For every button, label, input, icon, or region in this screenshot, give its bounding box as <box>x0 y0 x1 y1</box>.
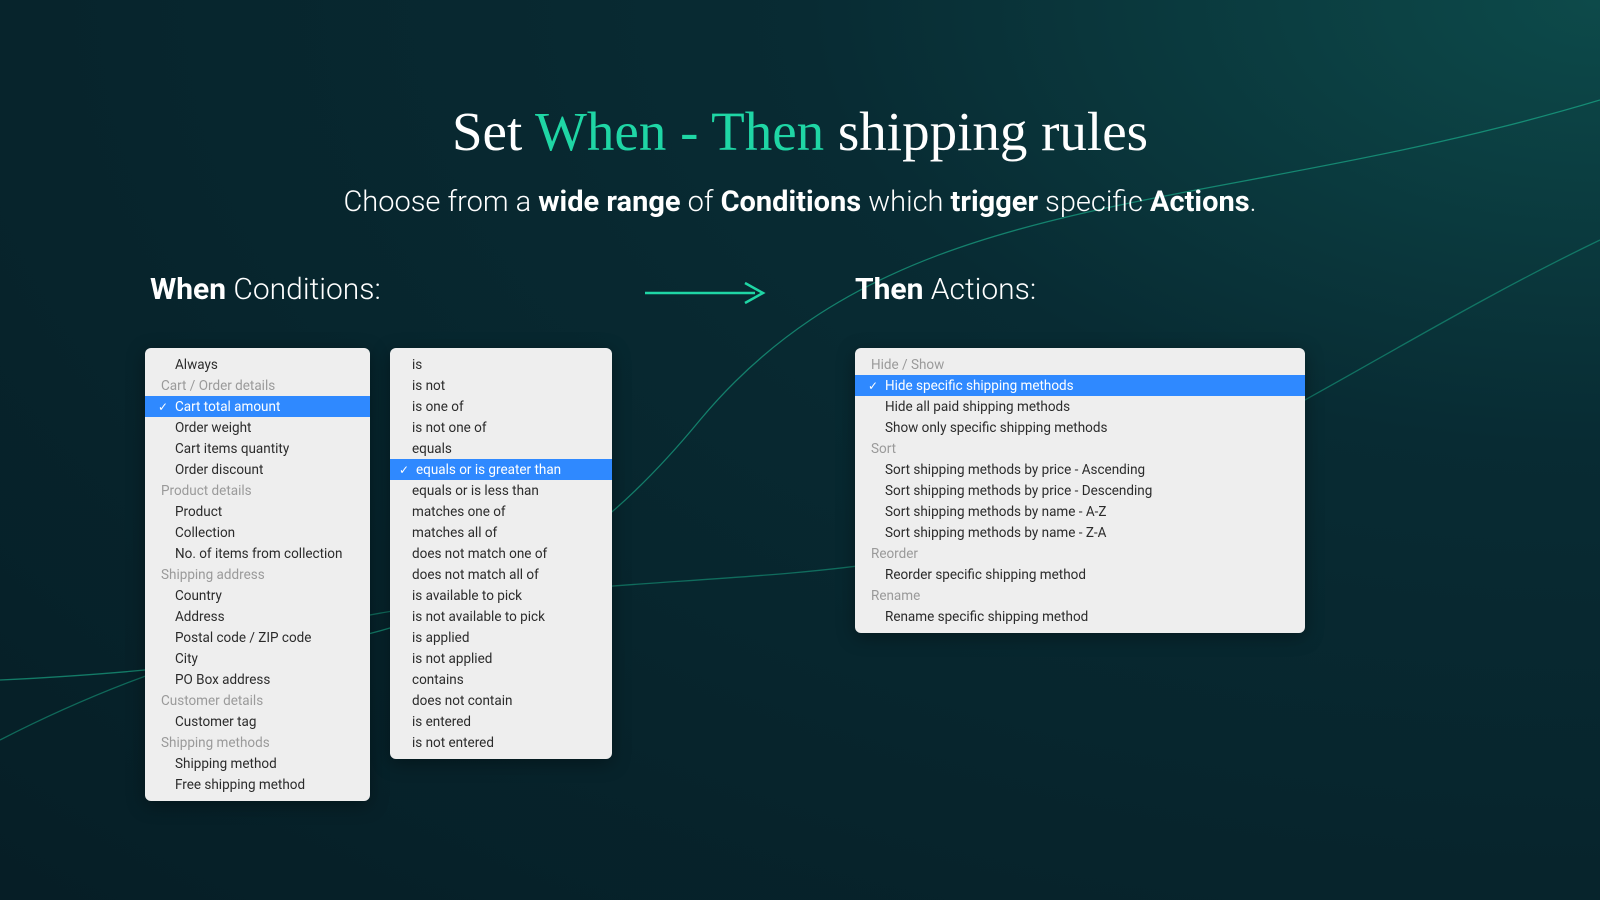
option-item[interactable]: does not contain <box>390 690 612 711</box>
group-header: Product details <box>145 480 370 501</box>
option-item[interactable]: Sort shipping methods by price - Descend… <box>855 480 1305 501</box>
option-item[interactable]: is applied <box>390 627 612 648</box>
group-header: Customer details <box>145 690 370 711</box>
option-item[interactable]: ✓equals or is greater than <box>390 459 612 480</box>
option-item[interactable]: is not available to pick <box>390 606 612 627</box>
option-item[interactable]: matches all of <box>390 522 612 543</box>
group-header: Sort <box>855 438 1305 459</box>
group-header: Shipping methods <box>145 732 370 753</box>
option-item[interactable]: is entered <box>390 711 612 732</box>
conditions-panel: AlwaysCart / Order details✓Cart total am… <box>145 348 370 801</box>
option-item[interactable]: City <box>145 648 370 669</box>
option-item[interactable]: No. of items from collection <box>145 543 370 564</box>
option-item[interactable]: ✓Cart total amount <box>145 396 370 417</box>
operators-panel: isis notis one ofis not one ofequals✓equ… <box>390 348 612 759</box>
option-item[interactable]: equals <box>390 438 612 459</box>
option-item[interactable]: PO Box address <box>145 669 370 690</box>
option-item[interactable]: Always <box>145 354 370 375</box>
option-item[interactable]: ✓Hide specific shipping methods <box>855 375 1305 396</box>
option-item[interactable]: Show only specific shipping methods <box>855 417 1305 438</box>
option-item[interactable]: Country <box>145 585 370 606</box>
option-item[interactable]: is <box>390 354 612 375</box>
option-item[interactable]: Free shipping method <box>145 774 370 795</box>
option-item[interactable]: Shipping method <box>145 753 370 774</box>
option-item[interactable]: Postal code / ZIP code <box>145 627 370 648</box>
option-item[interactable]: Cart items quantity <box>145 438 370 459</box>
option-item[interactable]: Address <box>145 606 370 627</box>
then-section-label: Then Actions: <box>855 272 1036 307</box>
option-item[interactable]: Reorder specific shipping method <box>855 564 1305 585</box>
when-section-label: When Conditions: <box>150 272 381 307</box>
option-item[interactable]: Customer tag <box>145 711 370 732</box>
headline-accent: When - Then <box>535 101 824 162</box>
actions-panel: Hide / Show✓Hide specific shipping metho… <box>855 348 1305 633</box>
check-icon: ✓ <box>155 400 171 414</box>
option-item[interactable]: contains <box>390 669 612 690</box>
option-item[interactable]: is not applied <box>390 648 612 669</box>
option-item[interactable]: matches one of <box>390 501 612 522</box>
option-item[interactable]: Rename specific shipping method <box>855 606 1305 627</box>
check-icon: ✓ <box>865 379 881 393</box>
option-item[interactable]: Sort shipping methods by name - Z-A <box>855 522 1305 543</box>
option-item[interactable]: Hide all paid shipping methods <box>855 396 1305 417</box>
option-item[interactable]: is not <box>390 375 612 396</box>
check-icon: ✓ <box>396 463 412 477</box>
group-header: Rename <box>855 585 1305 606</box>
option-item[interactable]: Collection <box>145 522 370 543</box>
option-item[interactable]: is not one of <box>390 417 612 438</box>
arrow-icon <box>645 278 775 308</box>
option-item[interactable]: Order discount <box>145 459 370 480</box>
option-item[interactable]: Sort shipping methods by price - Ascendi… <box>855 459 1305 480</box>
group-header: Cart / Order details <box>145 375 370 396</box>
option-item[interactable]: Sort shipping methods by name - A-Z <box>855 501 1305 522</box>
group-header: Shipping address <box>145 564 370 585</box>
option-item[interactable]: equals or is less than <box>390 480 612 501</box>
option-item[interactable]: Order weight <box>145 417 370 438</box>
page-headline: Set When - Then shipping rules <box>0 100 1600 163</box>
option-item[interactable]: is not entered <box>390 732 612 753</box>
group-header: Hide / Show <box>855 354 1305 375</box>
group-header: Reorder <box>855 543 1305 564</box>
page-subhead: Choose from a wide range of Conditions w… <box>0 185 1600 219</box>
option-item[interactable]: does not match one of <box>390 543 612 564</box>
option-item[interactable]: Product <box>145 501 370 522</box>
option-item[interactable]: is available to pick <box>390 585 612 606</box>
option-item[interactable]: is one of <box>390 396 612 417</box>
option-item[interactable]: does not match all of <box>390 564 612 585</box>
